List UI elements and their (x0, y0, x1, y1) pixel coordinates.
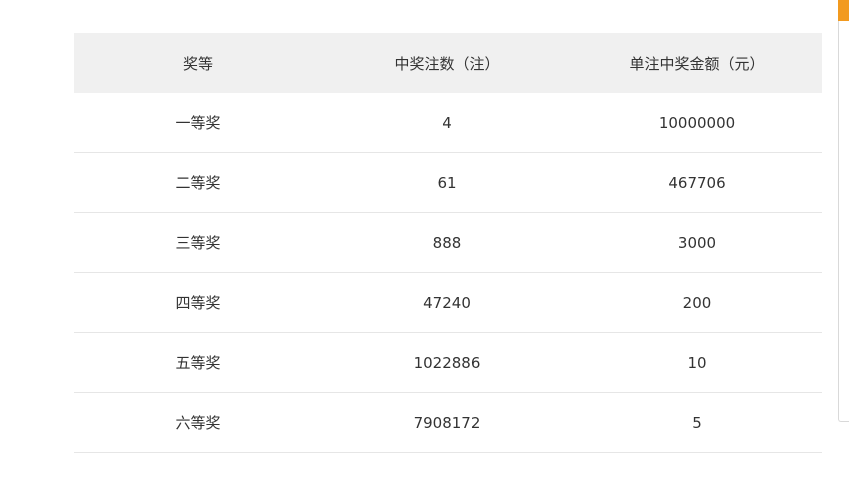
winner-count-cell: 61 (322, 152, 572, 213)
prize-amount-cell: 5 (572, 392, 822, 453)
prize-amount-cell: 200 (572, 272, 822, 333)
winner-count-cell: 7908172 (322, 392, 572, 453)
table-row: 六等奖 7908172 5 (74, 392, 822, 453)
header-prize-amount: 单注中奖金额（元） (572, 33, 822, 93)
prize-amount-cell: 10000000 (572, 93, 822, 153)
table-row: 三等奖 888 3000 (74, 212, 822, 273)
prize-level-cell: 五等奖 (74, 332, 322, 393)
winner-count-cell: 1022886 (322, 332, 572, 393)
prize-level-cell: 三等奖 (74, 212, 322, 273)
prize-amount-cell: 467706 (572, 152, 822, 213)
table-header-row: 奖等 中奖注数（注） 单注中奖金额（元） (74, 33, 822, 93)
table-row: 二等奖 61 467706 (74, 152, 822, 213)
winner-count-cell: 888 (322, 212, 572, 273)
prize-level-cell: 二等奖 (74, 152, 322, 213)
prize-amount-cell: 10 (572, 332, 822, 393)
side-scroll-panel[interactable] (838, 0, 849, 422)
table-row: 五等奖 1022886 10 (74, 332, 822, 393)
prize-table: 奖等 中奖注数（注） 单注中奖金额（元） 一等奖 4 10000000 二等奖 … (74, 33, 822, 453)
prize-amount-cell: 3000 (572, 212, 822, 273)
table-row: 四等奖 47240 200 (74, 272, 822, 333)
prize-level-cell: 四等奖 (74, 272, 322, 333)
winner-count-cell: 47240 (322, 272, 572, 333)
prize-level-cell: 一等奖 (74, 93, 322, 153)
side-accent-tab[interactable] (838, 0, 849, 21)
winner-count-cell: 4 (322, 93, 572, 153)
header-prize-level: 奖等 (74, 33, 322, 93)
table-row: 一等奖 4 10000000 (74, 93, 822, 153)
header-winner-count: 中奖注数（注） (322, 33, 572, 93)
page: 奖等 中奖注数（注） 单注中奖金额（元） 一等奖 4 10000000 二等奖 … (0, 0, 849, 493)
prize-level-cell: 六等奖 (74, 392, 322, 453)
